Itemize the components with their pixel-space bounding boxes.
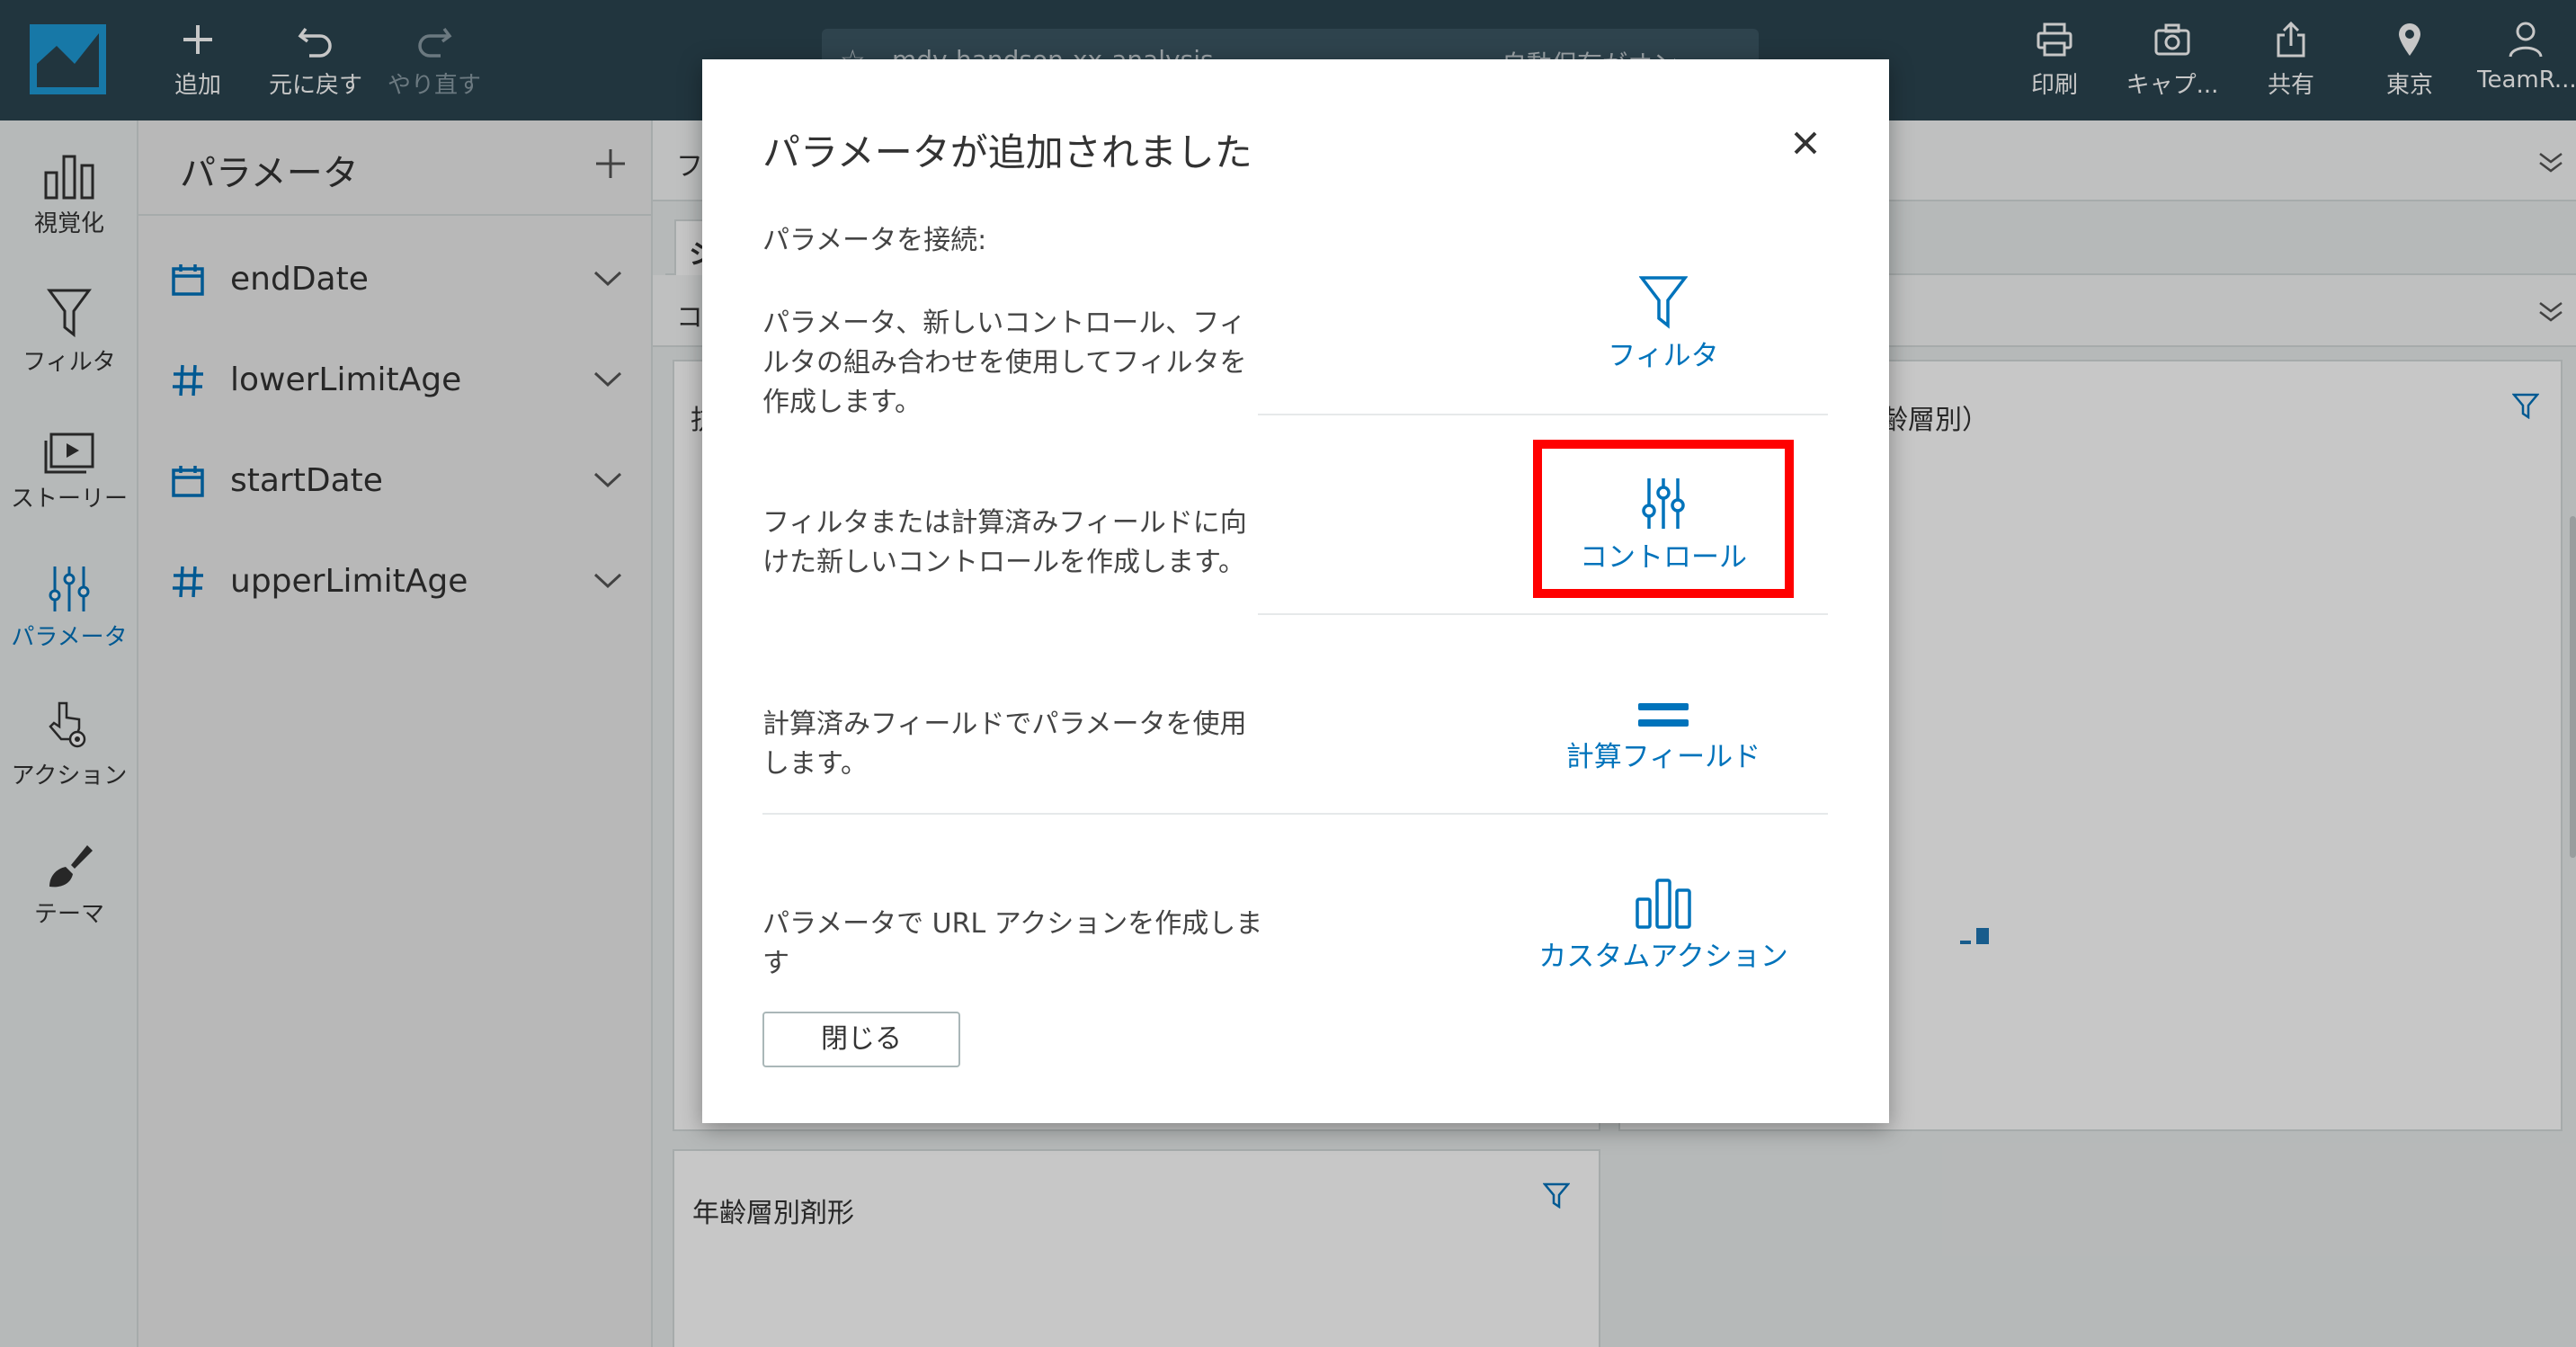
calculated-field-option-label: 計算フィールド — [1565, 741, 1761, 773]
divider — [762, 813, 1828, 815]
divider — [1258, 613, 1828, 615]
filter-icon — [1502, 264, 1825, 329]
highlight-box — [1533, 440, 1794, 598]
divider — [1258, 414, 1828, 415]
equals-icon — [1502, 665, 1825, 730]
option-description: フィルタまたは計算済みフィールドに向けた新しいコントロールを作成します。 — [762, 507, 1247, 578]
option-description: 計算済みフィールドでパラメータを使用します。 — [762, 709, 1247, 780]
dialog-title: パラメータが追加されました — [762, 130, 1252, 174]
dialog-intro: パラメータを接続: — [762, 225, 987, 256]
close-button[interactable]: 閉じる — [762, 1012, 960, 1067]
option-description: パラメータで URL アクションを作成します — [762, 908, 1263, 979]
custom-action-option-label: カスタムアクション — [1538, 941, 1788, 973]
close-icon[interactable] — [1790, 128, 1821, 158]
custom-action-option-link[interactable]: カスタムアクション — [1502, 865, 1825, 974]
filter-option-label: フィルタ — [1608, 340, 1719, 372]
parameter-added-dialog: パラメータが追加されました パラメータを接続: パラメータ、新しいコントロール、… — [702, 59, 1889, 1123]
option-description: パラメータ、新しいコントロール、フィルタの組み合わせを使用してフィルタを作成しま… — [762, 308, 1247, 418]
calculated-field-option-link[interactable]: 計算フィールド — [1502, 665, 1825, 774]
bar-chart-icon — [1502, 865, 1825, 930]
filter-option-link[interactable]: フィルタ — [1502, 264, 1825, 373]
